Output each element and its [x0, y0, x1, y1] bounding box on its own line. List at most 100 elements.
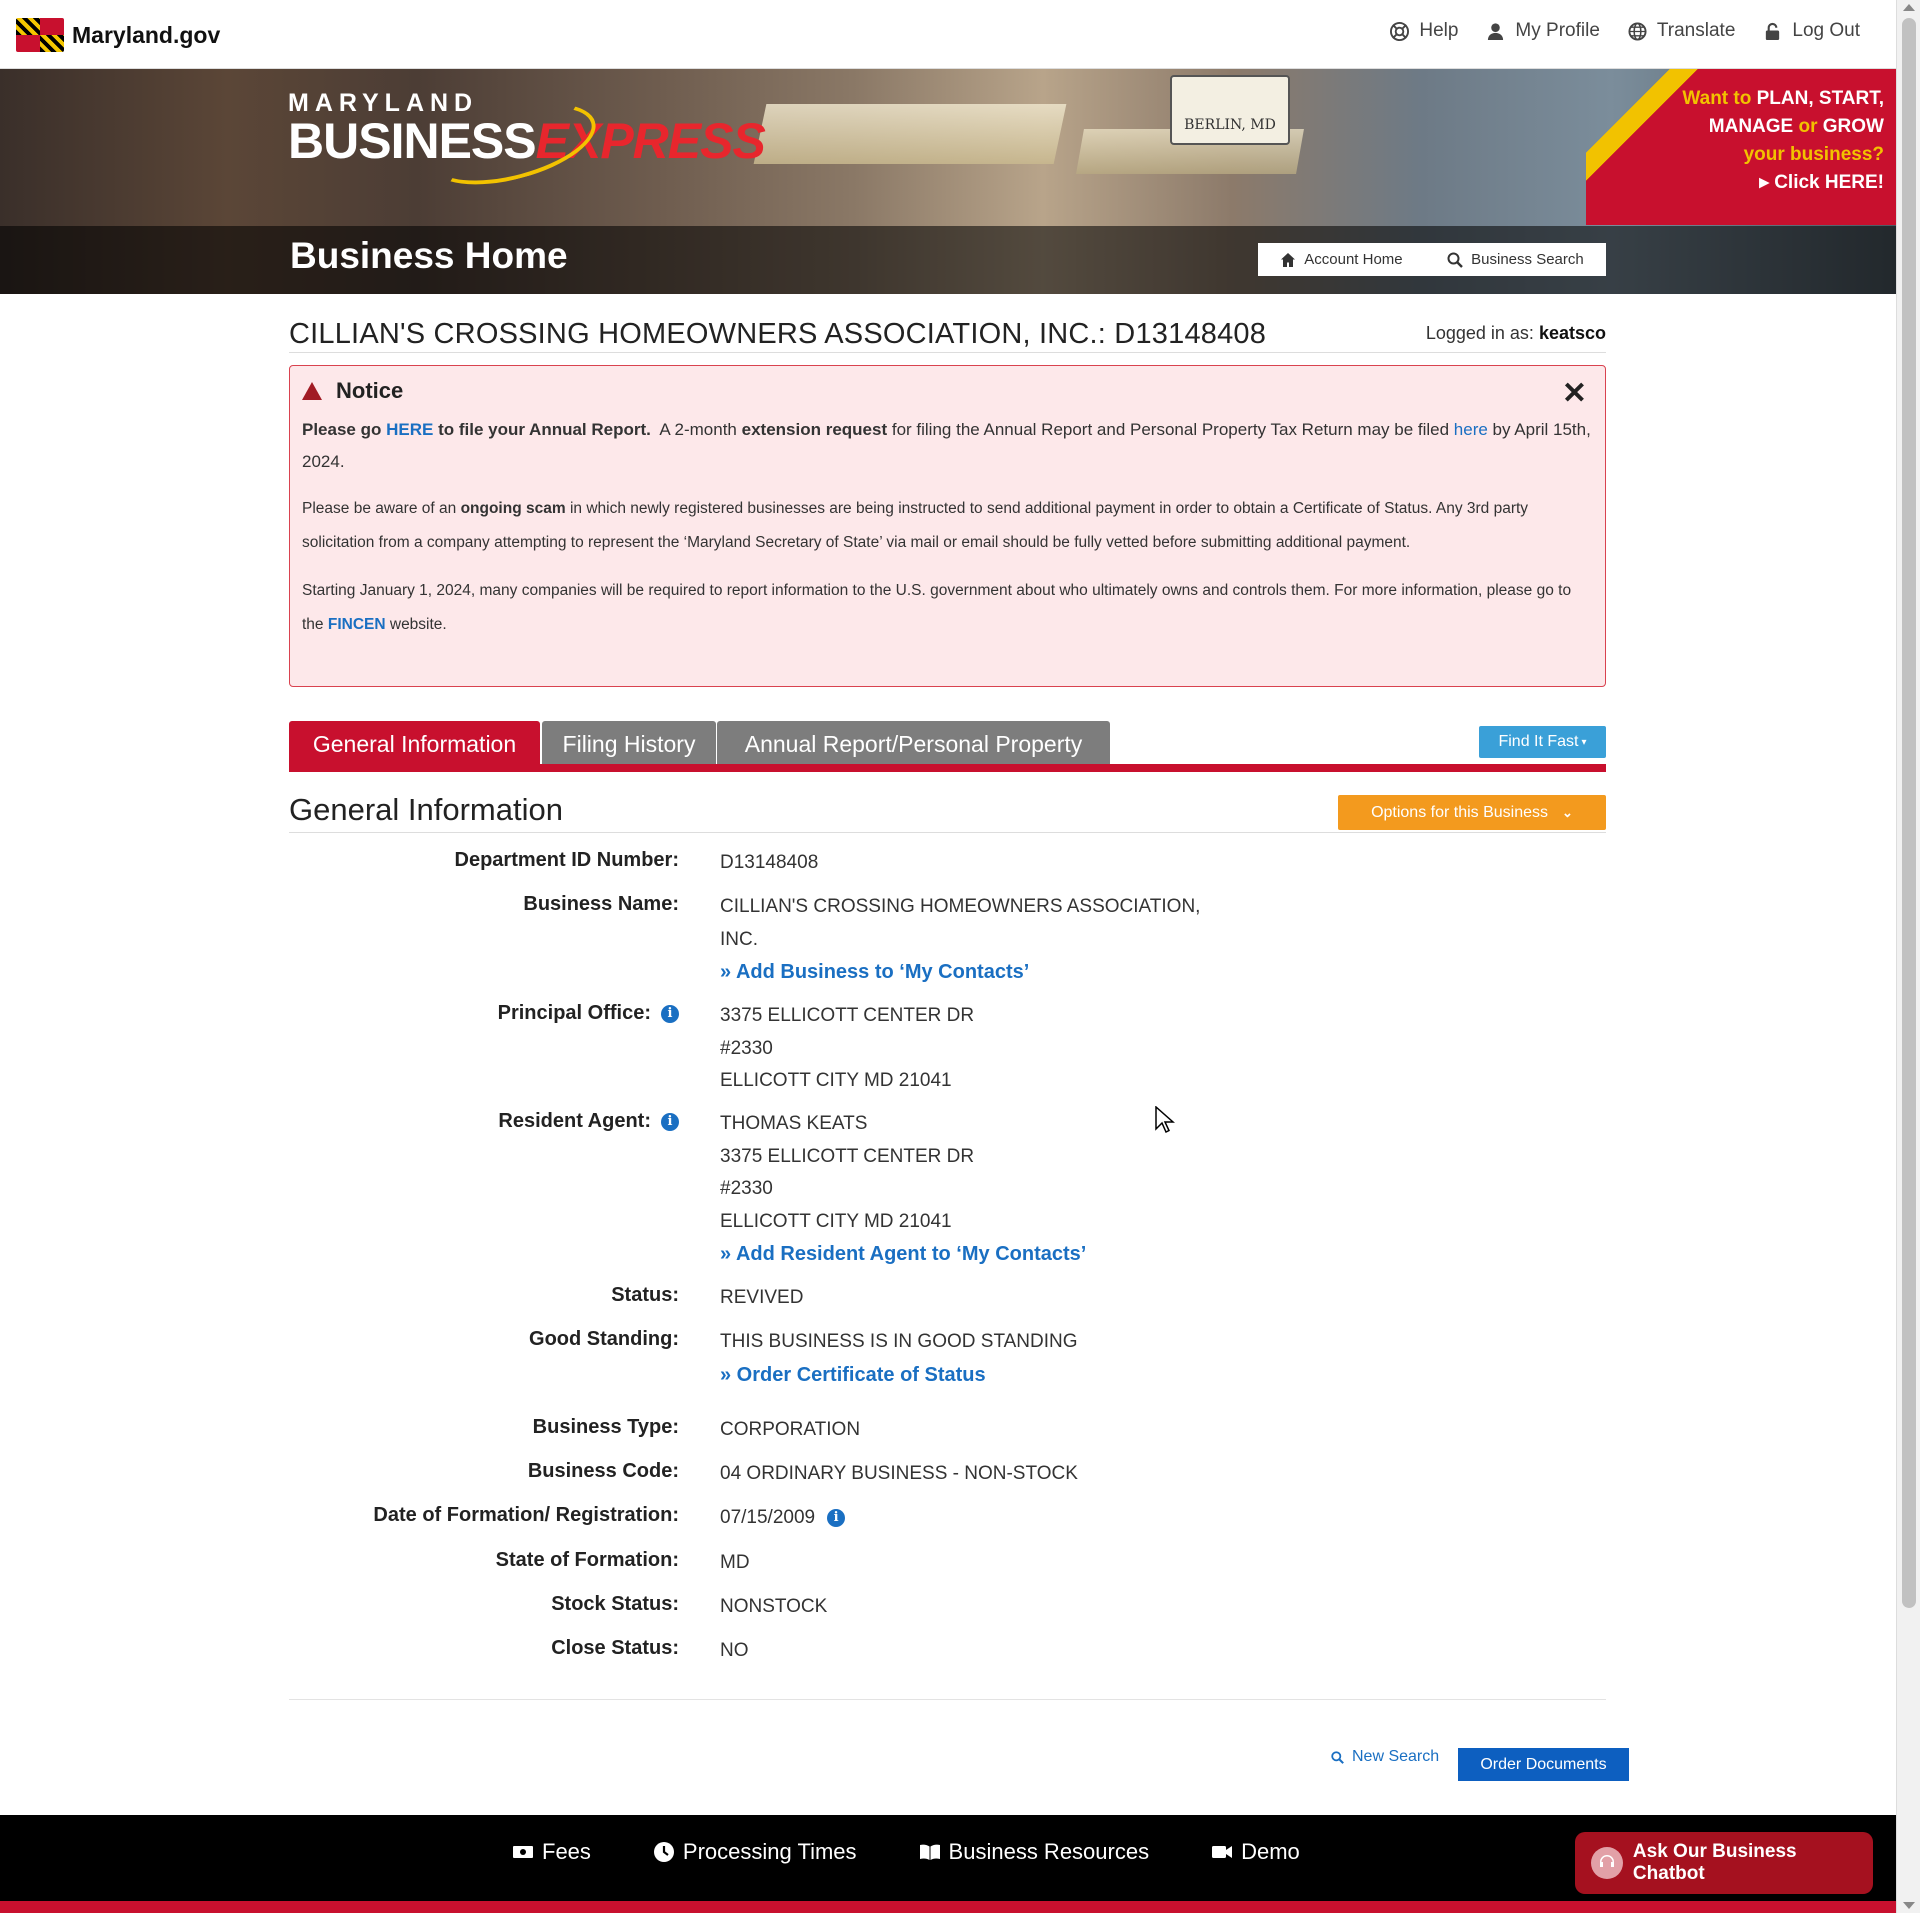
search-icon — [1447, 252, 1464, 268]
notice-heading: Notice — [336, 378, 404, 403]
field-label: Business Name: — [523, 893, 679, 915]
scrollbar-thumb[interactable] — [1902, 18, 1916, 1608]
chatbot-label: Ask Our Business Chatbot — [1632, 1841, 1797, 1884]
address-line: 3375 ELLICOTT CENTER DR — [720, 1005, 975, 1026]
notice-alert: Notice ✕ Please go HERE to file your Ann… — [289, 365, 1606, 687]
tab-filing-history[interactable]: Filing History — [542, 721, 716, 767]
promo-line2-c: GROW — [1822, 116, 1884, 137]
business-title: CILLIAN'S CROSSING HOMEOWNERS ASSOCIATIO… — [289, 318, 1267, 350]
help-link[interactable]: Help — [1390, 20, 1458, 42]
notice-annual-report: Please go HERE to file your Annual Repor… — [302, 414, 1593, 478]
address-line: #2330 — [720, 1037, 773, 1059]
translate-link[interactable]: Translate — [1628, 20, 1735, 42]
chevron-down-icon: ⌄ — [1562, 804, 1573, 820]
top-bar: Maryland.gov Help My Profile Translate L… — [0, 0, 1896, 69]
maryland-flag-icon — [16, 18, 64, 52]
money-icon — [513, 1846, 533, 1858]
address-line: ELLICOTT CITY MD 21041 — [720, 1070, 952, 1091]
log-out-link[interactable]: Log Out — [1763, 20, 1860, 42]
maryland-gov-brand: Maryland.gov — [72, 21, 221, 48]
mouse-cursor-icon — [1155, 1106, 1175, 1134]
footer-processing-times-link[interactable]: Processing Times — [653, 1839, 857, 1865]
field-label: Good Standing: — [529, 1328, 679, 1350]
find-it-fast-dropdown[interactable]: Find It Fast ▾ — [1479, 726, 1606, 758]
footer-demo-label: Demo — [1241, 1839, 1300, 1864]
ask-chatbot-button[interactable]: Ask Our Business Chatbot — [1575, 1832, 1873, 1894]
field-value: D13148408 — [720, 852, 819, 873]
field-label: Business Code: — [527, 1460, 679, 1482]
notice-p1-d: extension request — [741, 420, 888, 439]
promo-click-here: ▸ Click HERE! — [1759, 172, 1884, 193]
address-line: ELLICOTT CITY MD 21041 — [720, 1210, 952, 1232]
tab-general-information[interactable]: General Information — [289, 721, 540, 767]
extension-request-link[interactable]: here — [1454, 420, 1488, 439]
promo-plan-start-grow[interactable]: Want to PLAN, START, MANAGE or GROW your… — [1586, 69, 1896, 225]
info-icon[interactable]: i — [827, 1509, 846, 1528]
promo-text: Want to PLAN, START, MANAGE or GROW your… — [1682, 85, 1884, 197]
notice-header: Notice — [302, 378, 1593, 404]
promo-line3: your business? — [1743, 144, 1884, 165]
tab-underline — [289, 764, 1606, 772]
field-value: NONSTOCK — [720, 1596, 828, 1617]
field-label: Stock Status: — [551, 1593, 679, 1615]
footer-demo-link[interactable]: Demo — [1211, 1839, 1300, 1865]
promo-line1-b: PLAN, START, — [1756, 88, 1884, 109]
find-it-fast-label: Find It Fast — [1498, 733, 1579, 750]
resident-agent-label: Resident Agent: — [498, 1110, 651, 1132]
maryland-gov-logo[interactable]: Maryland.gov — [16, 18, 220, 52]
headset-icon — [1591, 1847, 1623, 1879]
fincen-link[interactable]: FINCEN — [328, 616, 386, 633]
field-label: State of Formation: — [495, 1549, 679, 1571]
add-business-to-contacts-link[interactable]: » Add Business to ‘My Contacts’ — [720, 956, 1240, 989]
close-icon[interactable]: ✕ — [1562, 376, 1587, 411]
field-value: 04 ORDINARY BUSINESS - NON-STOCK — [720, 1463, 1078, 1484]
divider — [289, 1699, 1606, 1700]
info-icon[interactable]: i — [661, 1112, 679, 1131]
home-icon — [1281, 252, 1296, 267]
logged-in-label: Logged in as: — [1425, 323, 1534, 343]
new-search-link[interactable]: New Search — [1331, 1748, 1439, 1766]
notice-p2-b: ongoing scam — [460, 500, 566, 517]
field-value: NO — [720, 1640, 749, 1661]
notice-p3-a: Starting January 1, 2024, many companies… — [302, 582, 1572, 633]
maryland-business-express-logo[interactable]: MARYLAND BUSINESSEXPRESS — [288, 88, 766, 200]
field-value: REVIVED — [720, 1287, 804, 1308]
order-certificate-of-status-link[interactable]: » Order Certificate of Status — [720, 1359, 1240, 1392]
help-label: Help — [1419, 20, 1459, 41]
account-home-label: Account Home — [1304, 251, 1403, 268]
options-for-business-dropdown[interactable]: Options for this Business ⌄ — [1338, 795, 1606, 830]
footer-links: Fees Processing Times Business Resources… — [512, 1839, 1300, 1865]
tab-annual-report[interactable]: Annual Report/Personal Property — [717, 721, 1110, 767]
my-profile-link[interactable]: My Profile — [1486, 20, 1600, 42]
field-label: Resident Agent: i — [498, 1110, 679, 1133]
field-value: 3375 ELLICOTT CENTER DR #2330 ELLICOTT C… — [720, 1000, 1240, 1098]
field-label: Business Type: — [532, 1416, 679, 1438]
field-value: 07/15/2009 i — [720, 1502, 1240, 1535]
notice-p1-a: Please go — [302, 420, 387, 439]
account-home-link[interactable]: Account Home — [1280, 251, 1403, 268]
field-label: Date of Formation/ Registration: — [373, 1504, 679, 1526]
address-line: #2330 — [720, 1178, 773, 1199]
footer-processing-times-label: Processing Times — [682, 1839, 857, 1864]
scroll-down-arrow-icon[interactable] — [1903, 1902, 1915, 1909]
file-annual-report-link[interactable]: HERE — [386, 420, 433, 439]
promo-line2-a: MANAGE — [1708, 116, 1794, 137]
field-value: THIS BUSINESS IS IN GOOD STANDING » Orde… — [720, 1326, 1240, 1391]
banner-photo-awning — [753, 104, 1067, 164]
my-profile-label: My Profile — [1515, 20, 1600, 41]
footer-business-resources-link[interactable]: Business Resources — [919, 1839, 1149, 1865]
section-title: General Information — [289, 792, 563, 827]
business-search-link[interactable]: Business Search — [1447, 251, 1584, 268]
notice-scam-warning: Please be aware of an ongoing scam in wh… — [302, 492, 1593, 560]
warning-icon — [302, 382, 322, 400]
add-resident-agent-to-contacts-link[interactable]: » Add Resident Agent to ‘My Contacts’ — [720, 1238, 1240, 1271]
notice-p1-e: for filing the Annual Report and Persona… — [887, 420, 1454, 439]
order-documents-button[interactable]: Order Documents — [1458, 1748, 1629, 1781]
page-scrollbar[interactable] — [1896, 0, 1920, 1913]
field-value: CORPORATION — [720, 1419, 861, 1440]
top-nav: Help My Profile Translate Log Out — [1390, 20, 1860, 42]
scroll-up-arrow-icon[interactable] — [1903, 4, 1915, 11]
tab-bar: General Information Filing History Annua… — [289, 721, 1606, 772]
info-icon[interactable]: i — [661, 1004, 679, 1023]
footer-fees-link[interactable]: Fees — [512, 1839, 591, 1865]
